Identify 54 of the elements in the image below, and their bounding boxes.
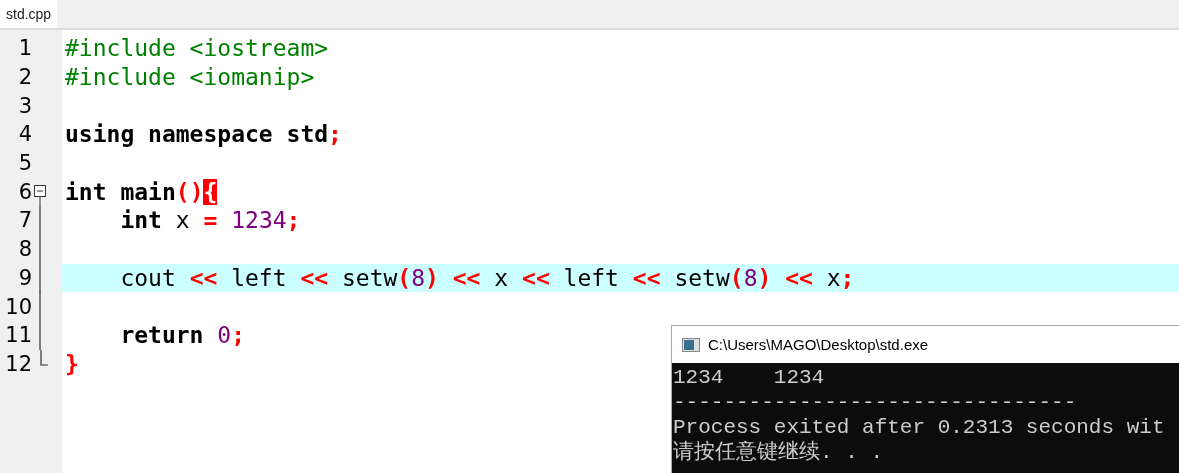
line-number: 1 — [17, 35, 32, 63]
console-app-icon — [682, 337, 700, 352]
code-token: { — [203, 178, 218, 205]
code-token: << — [522, 264, 551, 291]
code-token: x — [175, 207, 191, 234]
console-title: C:\Users\MAGO\Desktop\std.exe — [708, 336, 929, 353]
code-token: int main — [65, 178, 176, 205]
code-token: #include <iostream> — [65, 35, 329, 62]
code-token: } — [65, 350, 79, 377]
line-number: 9 — [17, 264, 32, 292]
line-number: 12 — [4, 350, 32, 378]
code-token: return — [119, 322, 205, 349]
code-token: << — [300, 264, 330, 291]
code-token: setw — [341, 264, 398, 291]
line-number: 11 — [4, 322, 32, 350]
code-token: 8 — [411, 264, 426, 291]
code-token: ( — [397, 264, 412, 291]
console-output-line: 请按任意键继续. . . — [673, 440, 884, 465]
code-token: setw — [674, 264, 730, 291]
console-output-line: -------------------------------- — [673, 390, 1078, 415]
code-token: ; — [286, 207, 301, 234]
code-token: left — [563, 264, 620, 291]
file-tab[interactable]: std.cpp — [0, 0, 58, 28]
console-output-line: Process exited after 0.2313 seconds wit — [673, 415, 1166, 440]
fold-end-line — [39, 349, 48, 366]
line-number: 8 — [17, 236, 32, 264]
code-token: 8 — [743, 264, 758, 291]
code-token: ; — [840, 264, 855, 291]
line-number: 6 — [17, 178, 32, 206]
console-output-line: 1234 1234 — [673, 365, 826, 390]
code-token: = — [203, 207, 219, 234]
code-token: 1234 — [231, 207, 287, 234]
code-token: ) << — [757, 264, 814, 291]
code-token: << — [632, 264, 662, 291]
code-token: cout — [119, 264, 177, 291]
code-token: x — [826, 264, 841, 291]
line-number: 5 — [17, 150, 32, 178]
code-token: left — [231, 264, 288, 291]
line-number: 4 — [17, 121, 32, 149]
code-token: ( — [729, 264, 744, 291]
code-token: << — [189, 264, 219, 291]
code-token: #include <iomanip> — [65, 64, 315, 91]
code-token: () — [175, 178, 204, 205]
code-token: using namespace std — [65, 121, 329, 148]
line-number: 10 — [4, 293, 32, 321]
code-token: ; — [328, 121, 342, 148]
code-token: x — [494, 264, 510, 291]
line-number: 7 — [17, 207, 32, 235]
line-number: 2 — [17, 64, 32, 92]
code-token: ; — [231, 322, 246, 349]
code-token: int — [119, 207, 163, 234]
code-token: 0 — [217, 322, 232, 349]
line-number: 3 — [17, 92, 32, 120]
code-token: ) << — [425, 264, 482, 291]
